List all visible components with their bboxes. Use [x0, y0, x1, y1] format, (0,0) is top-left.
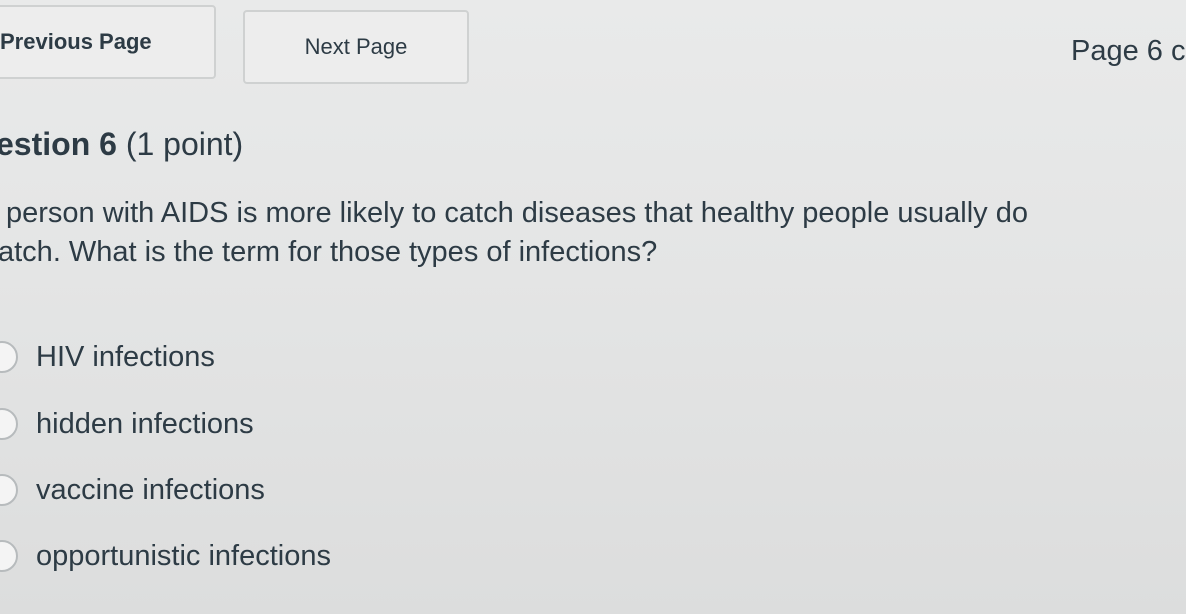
answer-option-label: HIV infections [36, 340, 215, 373]
radio-button[interactable] [0, 408, 18, 440]
question-text-line-1: person with AIDS is more likely to catch… [6, 197, 1028, 229]
question-number: estion 6 [0, 126, 117, 162]
answer-option-label: vaccine infections [36, 473, 265, 506]
next-page-button[interactable]: Next Page [243, 10, 469, 84]
answer-option-label: opportunistic infections [36, 539, 331, 572]
answer-option-label: hidden infections [36, 407, 254, 440]
next-page-label: Next Page [304, 34, 408, 59]
question-title: estion 6 (1 point) [0, 126, 243, 163]
question-points: (1 point) [125, 126, 244, 162]
previous-page-label: Previous Page [0, 29, 152, 54]
previous-page-button[interactable]: Previous Page [0, 5, 216, 79]
page-indicator: Page 6 c [1071, 35, 1186, 67]
question-text-line-2: atch. What is the term for those types o… [0, 236, 658, 268]
radio-button[interactable] [0, 540, 18, 572]
radio-button[interactable] [0, 341, 18, 373]
radio-button[interactable] [0, 474, 18, 506]
